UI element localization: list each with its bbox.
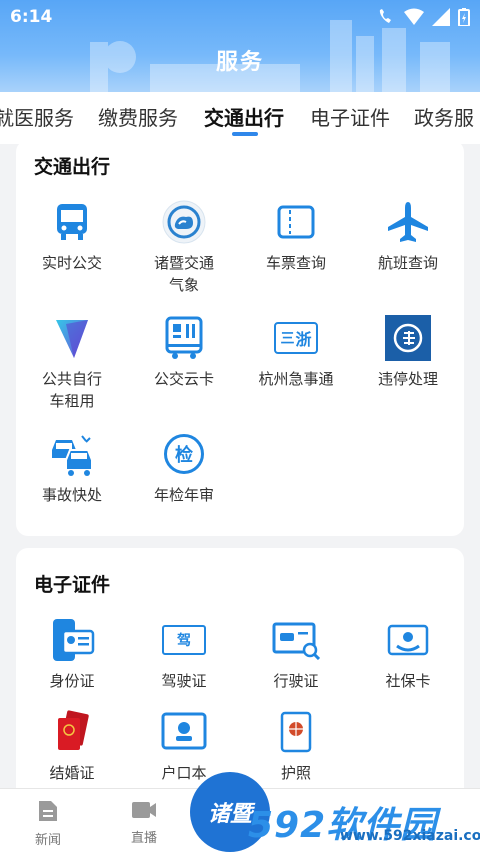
inspection-icon: 检: [160, 430, 208, 478]
nav-news[interactable]: 新闻: [18, 799, 78, 848]
nav-live[interactable]: 直播: [114, 799, 174, 846]
accident-icon: [48, 430, 96, 478]
service-accident[interactable]: 事故快处: [22, 430, 122, 506]
service-annual-inspection[interactable]: 检 年检年审: [134, 430, 234, 506]
service-label: 公共自行 车租用: [41, 370, 102, 410]
social-security-icon: [384, 616, 432, 664]
ecert-card-title: 电子证件: [34, 574, 111, 596]
cert-label: 结婚证: [49, 764, 95, 782]
bus-icon: [48, 198, 96, 246]
cert-label: 社保卡: [385, 672, 431, 690]
service-label: 违停处理: [377, 370, 438, 388]
cert-label: 行驶证: [273, 672, 319, 690]
tab-payment[interactable]: 缴费服务: [98, 102, 178, 131]
tab-government[interactable]: 政务服: [414, 102, 474, 131]
tab-traffic[interactable]: 交通出行: [204, 102, 284, 131]
page-title: 服务: [215, 50, 264, 75]
watermark-number: 592: [248, 805, 327, 846]
cert-driver-license[interactable]: 驾 驾驶证: [134, 616, 234, 692]
cert-vehicle-license[interactable]: 行驶证: [246, 616, 346, 692]
id-card-icon: [48, 616, 96, 664]
signal-icon: [432, 8, 450, 26]
status-bar: 6:14: [0, 0, 480, 34]
wifi-call-icon: [379, 9, 391, 23]
nav-label: 直播: [130, 831, 157, 846]
tab-ecert[interactable]: 电子证件: [310, 102, 390, 131]
service-hangzhou-urgent[interactable]: 三浙 杭州急事通: [246, 314, 346, 390]
ecert-card: 电子证件 身份证 驾 驾驶证 行驶证 社保卡 结婚证 户口本 护照: [16, 548, 464, 808]
wifi-icon: [404, 8, 424, 25]
weather-icon: [160, 198, 208, 246]
service-label: 车票查询: [265, 254, 326, 272]
service-label: 事故快处: [41, 486, 102, 504]
ticket-icon: [272, 198, 320, 246]
passport-icon: [272, 708, 320, 756]
service-flight-query[interactable]: 航班查询: [358, 198, 458, 274]
category-tabs: 就医服务 缴费服务 交通出行 电子证件 政务服: [0, 92, 480, 144]
header: 6:14 服务: [0, 0, 480, 92]
service-public-bike[interactable]: 公共自行 车租用: [22, 314, 122, 412]
bike-share-icon: [48, 314, 96, 362]
household-register-icon: [160, 708, 208, 756]
driver-icon-text: 驾: [162, 625, 206, 655]
urgent-matter-icon: 三浙: [272, 314, 320, 362]
service-bus-cloud-card[interactable]: 公交云卡: [134, 314, 234, 390]
marriage-cert-icon: [48, 708, 96, 756]
service-label: 航班查询: [377, 254, 438, 272]
cert-social-security[interactable]: 社保卡: [358, 616, 458, 692]
bus-card-icon: [160, 314, 208, 362]
battery-icon: [458, 8, 470, 26]
watermark-592: 诸暨 592软件园 www.592xiazai.com: [190, 770, 480, 854]
traffic-card: 交通出行 实时公交 诸暨交通 气象 车票查询 航班查询 公共自行 车租用 公交云…: [16, 140, 464, 536]
service-traffic-weather[interactable]: 诸暨交通 气象: [134, 198, 234, 296]
tab-medical[interactable]: 就医服务: [0, 102, 74, 131]
cert-marriage[interactable]: 结婚证: [22, 708, 122, 784]
service-parking-violation[interactable]: 违停处理: [358, 314, 458, 390]
service-label: 杭州急事通: [258, 370, 334, 388]
news-icon: [39, 801, 57, 821]
service-label: 实时公交: [41, 254, 102, 272]
cert-label: 驾驶证: [161, 672, 207, 690]
active-tab-indicator: [232, 132, 258, 136]
traffic-card-title: 交通出行: [34, 156, 111, 178]
urgent-icon-text: 浙: [295, 330, 312, 349]
service-realtime-bus[interactable]: 实时公交: [22, 198, 122, 274]
service-ticket-query[interactable]: 车票查询: [246, 198, 346, 274]
watermark-url: www.592xiazai.com: [340, 828, 480, 844]
service-label: 年检年审: [153, 486, 214, 504]
cert-id-card[interactable]: 身份证: [22, 616, 122, 692]
driver-license-icon: 驾: [160, 616, 208, 664]
service-label: 公交云卡: [153, 370, 214, 388]
vehicle-license-icon: [272, 616, 320, 664]
status-time: 6:14: [10, 7, 53, 27]
inspection-icon-text: 检: [164, 434, 204, 474]
airplane-icon: [384, 198, 432, 246]
cert-label: 身份证: [49, 672, 95, 690]
service-label: 诸暨交通 气象: [153, 254, 214, 294]
nav-label: 新闻: [34, 833, 61, 848]
live-icon: [132, 802, 156, 818]
status-icons: [376, 8, 470, 26]
parking-violation-icon: [384, 314, 432, 362]
